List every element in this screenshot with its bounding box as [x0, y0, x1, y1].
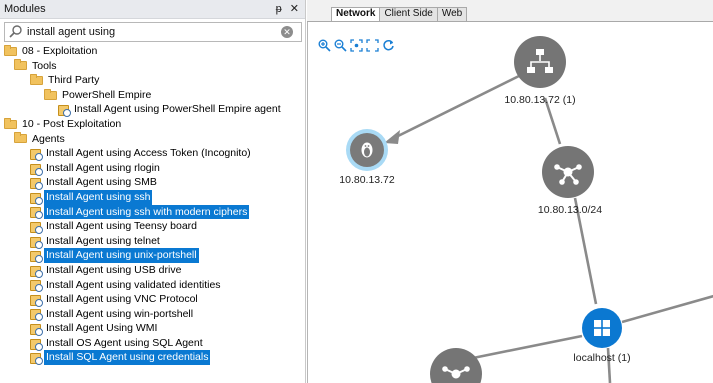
folder-icon: [4, 117, 17, 129]
node-label-linux: 10.80.13.72: [339, 174, 395, 186]
node-label-subnet1: 10.80.13.0/24: [538, 204, 602, 216]
folder-icon: [4, 44, 17, 56]
node-subnet1[interactable]: 10.80.13.0/24: [538, 146, 602, 216]
module-icon: [30, 163, 43, 176]
folder-icon: [14, 132, 27, 144]
module-icon: [30, 338, 43, 351]
node-linux[interactable]: 10.80.13.72: [339, 129, 395, 186]
tree-module-item[interactable]: Install Agent using PowerShell Empire ag…: [0, 102, 305, 118]
network-graph: 10.80.13.72 (1) 10.80.13.72 10.80.13.0/2…: [339, 36, 713, 383]
tree-module-item[interactable]: Install Agent using Teensy board: [0, 219, 305, 234]
edge-localhost-subnet2: [472, 334, 583, 360]
arrowhead: [384, 130, 400, 144]
folder-icon: [14, 59, 27, 71]
tree-item-label: Tools: [32, 59, 57, 72]
tree-item-label: Agents: [32, 132, 65, 145]
node-label-localhost: localhost (1): [573, 352, 630, 364]
pin-icon[interactable]: ᵽ: [276, 3, 282, 15]
module-icon: [30, 221, 43, 234]
tree-folder[interactable]: 10 - Post Exploitation: [0, 117, 305, 132]
tree-item-label: Install Agent using validated identities: [46, 278, 221, 291]
node-subnet2[interactable]: [430, 348, 482, 383]
tree-item-label: Install Agent using ssh: [44, 189, 153, 205]
module-icon: [30, 206, 43, 220]
tree-folder[interactable]: 08 - Exploitation: [0, 44, 305, 59]
folder-icon: [44, 88, 57, 100]
module-icon: [30, 279, 43, 293]
tree-module-item[interactable]: Install Agent using rlogin: [0, 161, 305, 176]
module-icon: [30, 148, 43, 161]
tree-item-label: Third Party: [48, 74, 100, 87]
tree-item-label: Install Agent using Teensy board: [46, 220, 197, 233]
tree-module-item[interactable]: Install Agent using win-portshell: [0, 307, 305, 322]
tab-network[interactable]: Network: [331, 7, 381, 22]
tree-item-label: Install Agent using rlogin: [46, 161, 160, 174]
tree-item-label: Install Agent using VNC Protocol: [46, 293, 198, 306]
node-label-router: 10.80.13.72 (1): [504, 94, 575, 106]
clear-search-icon[interactable]: ✕: [281, 26, 293, 38]
network-canvas[interactable]: 10.80.13.72 (1) 10.80.13.72 10.80.13.0/2…: [307, 22, 713, 383]
tree-module-item[interactable]: Install Agent using ssh with modern ciph…: [0, 204, 305, 220]
tab-web[interactable]: Web: [436, 7, 468, 21]
module-search-box[interactable]: ✕: [4, 22, 302, 42]
tree-item-label: Install Agent using ssh with modern ciph…: [44, 204, 250, 220]
tree-module-item[interactable]: Install SQL Agent using credentials: [0, 350, 305, 366]
tree-item-label: Install Agent using telnet: [46, 234, 160, 247]
linux-penguin-icon: [361, 142, 373, 158]
tree-item-label: Install Agent using unix-portshell: [44, 248, 199, 263]
tree-module-item[interactable]: Install Agent using SMB: [0, 175, 305, 191]
module-icon: [30, 294, 43, 307]
view-tabs: Network Client Side Web: [331, 7, 468, 22]
node-router[interactable]: 10.80.13.72 (1): [504, 36, 576, 106]
tree-folder[interactable]: PowerShell Empire: [0, 88, 305, 103]
module-icon: [30, 265, 43, 278]
tree-module-item[interactable]: Install Agent using unix-portshell: [0, 248, 305, 264]
folder-icon: [30, 73, 43, 85]
search-icon: [5, 23, 27, 41]
tree-folder[interactable]: Third Party: [0, 73, 305, 88]
tree-item-label: Install Agent Using WMI: [46, 322, 158, 335]
tree-module-item[interactable]: Install Agent using Access Token (Incogn…: [0, 146, 305, 161]
tree-item-label: Install Agent using USB drive: [46, 263, 182, 276]
modules-titlebar: Modules ᵽ ✕: [0, 0, 305, 19]
tree-module-item[interactable]: Install OS Agent using SQL Agent: [0, 336, 305, 351]
graph-edges: [393, 74, 713, 383]
tree-module-item[interactable]: Install Agent Using WMI: [0, 321, 305, 337]
tree-module-item[interactable]: Install Agent using USB drive: [0, 263, 305, 278]
panel-title: Modules: [4, 3, 46, 15]
module-icon: [58, 104, 71, 118]
close-icon[interactable]: ✕: [290, 3, 299, 15]
tree-item-label: Install OS Agent using SQL Agent: [46, 336, 203, 349]
tree-item-label: Install Agent using Access Token (Incogn…: [46, 147, 251, 160]
modules-panel: Modules ᵽ ✕ ✕ 08 - Exploitation Tools Thir…: [0, 0, 306, 383]
edge-router-linux: [393, 74, 520, 140]
tab-client-side[interactable]: Client Side: [379, 7, 438, 21]
tree-item-label: Install Agent using PowerShell Empire ag…: [74, 103, 281, 116]
tree-item-label: PowerShell Empire: [62, 88, 152, 101]
module-icon: [30, 308, 43, 322]
module-icon: [30, 323, 43, 337]
tree-module-item[interactable]: Install Agent using validated identities: [0, 278, 305, 293]
module-icon: [30, 352, 43, 366]
tree-module-item[interactable]: Install Agent using VNC Protocol: [0, 292, 305, 307]
module-icon: [30, 250, 43, 264]
module-icon: [30, 177, 43, 191]
search-input[interactable]: [27, 24, 281, 40]
module-icon: [30, 192, 43, 205]
view-panel: Network Client Side Web 10.80.13.72 (1) …: [307, 0, 713, 383]
module-icon: [30, 236, 43, 249]
tree-item-label: Install SQL Agent using credentials: [44, 350, 211, 366]
tree-folder[interactable]: Tools: [0, 59, 305, 74]
tree-item-label: Install Agent using SMB: [46, 176, 157, 189]
tree-item-label: 08 - Exploitation: [22, 45, 98, 57]
tree-item-label: 10 - Post Exploitation: [22, 117, 122, 130]
tree-item-label: Install Agent using win-portshell: [46, 307, 194, 320]
edge-localhost-offscreen: [621, 294, 713, 324]
tree-module-item[interactable]: Install Agent using ssh: [0, 189, 305, 205]
tree-folder[interactable]: Agents: [0, 132, 305, 147]
module-tree: 08 - Exploitation Tools Third Party PowerSh…: [0, 44, 305, 366]
tree-module-item[interactable]: Install Agent using telnet: [0, 234, 305, 249]
